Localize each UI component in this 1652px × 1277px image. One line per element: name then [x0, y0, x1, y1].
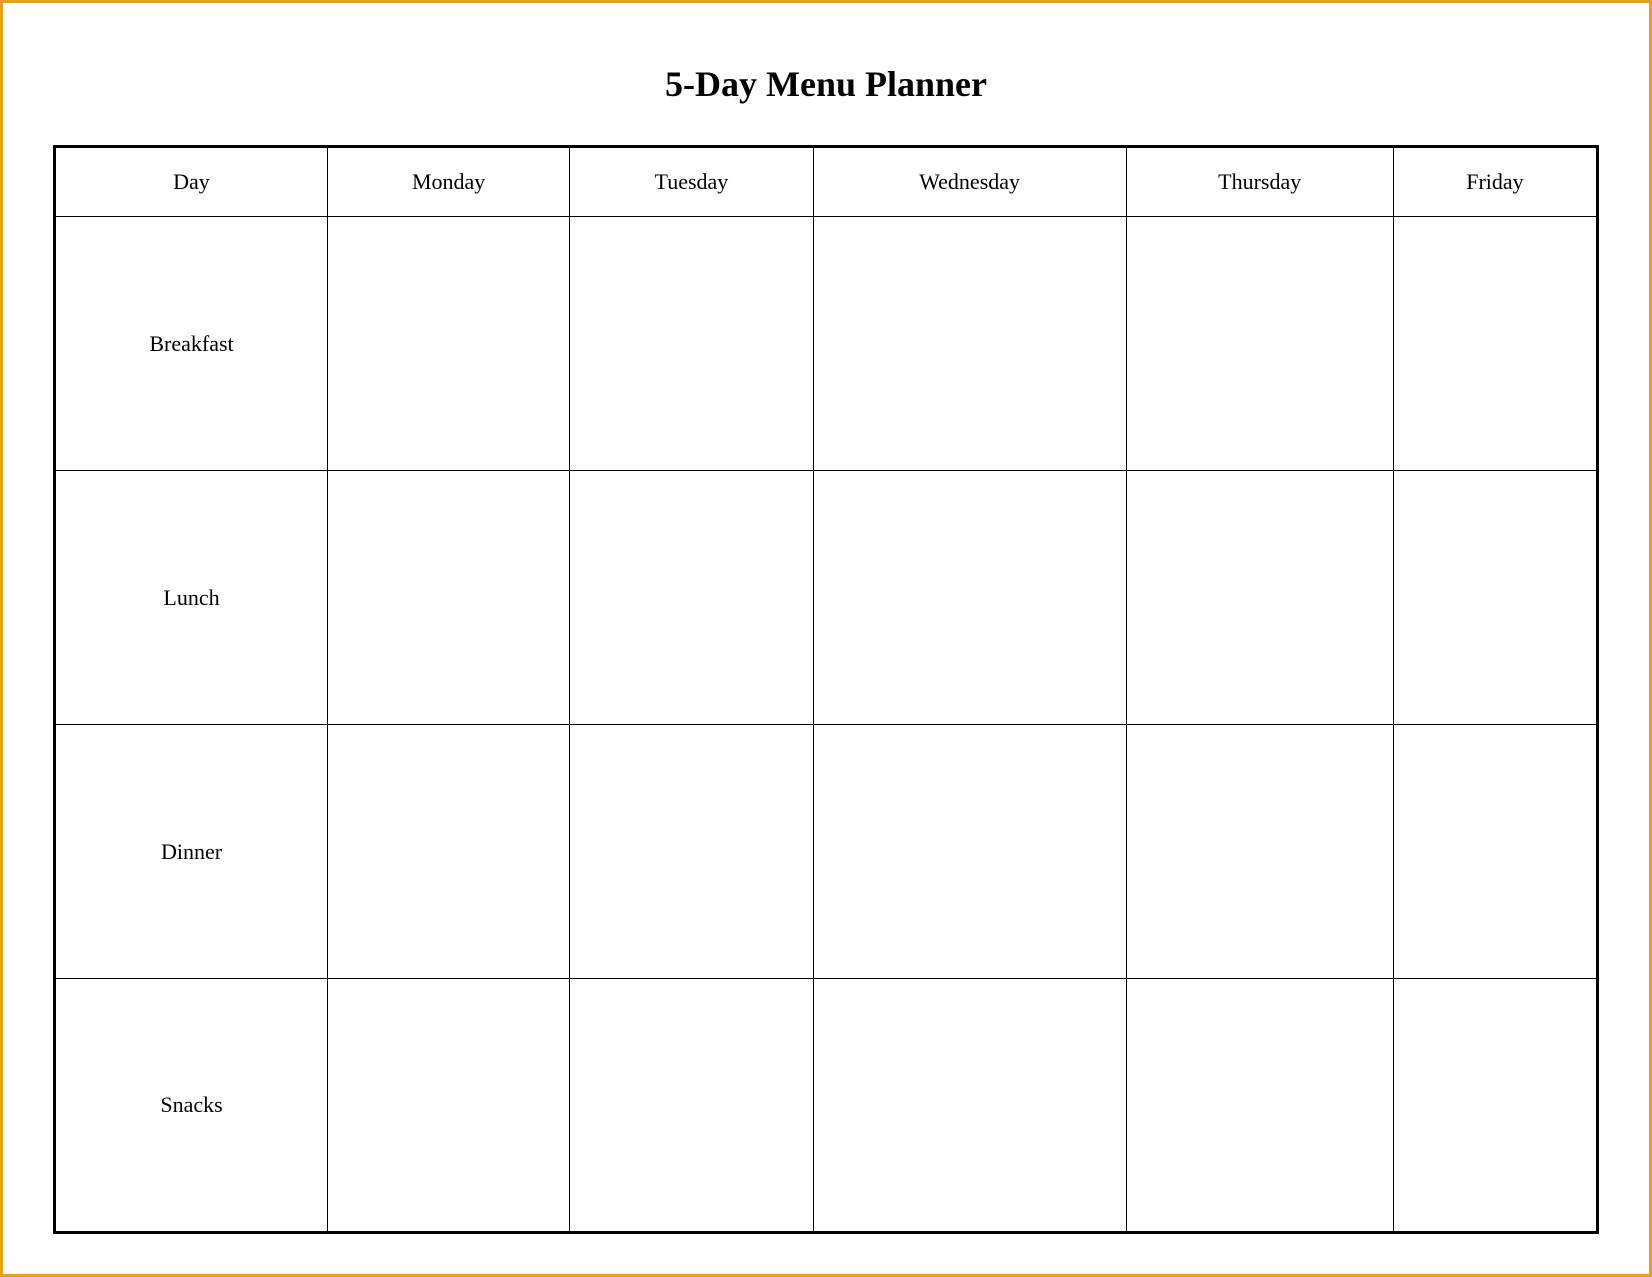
- cell-dinner-monday[interactable]: [327, 725, 569, 979]
- header-wednesday: Wednesday: [813, 147, 1126, 217]
- header-tuesday: Tuesday: [570, 147, 813, 217]
- row-breakfast: Breakfast: [55, 217, 1598, 471]
- cell-snacks-monday[interactable]: [327, 979, 569, 1233]
- cell-lunch-friday[interactable]: [1393, 471, 1597, 725]
- cell-breakfast-friday[interactable]: [1393, 217, 1597, 471]
- cell-dinner-wednesday[interactable]: [813, 725, 1126, 979]
- cell-breakfast-monday[interactable]: [327, 217, 569, 471]
- header-row: Day Monday Tuesday Wednesday Thursday Fr…: [55, 147, 1598, 217]
- cell-lunch-tuesday[interactable]: [570, 471, 813, 725]
- row-dinner: Dinner: [55, 725, 1598, 979]
- header-monday: Monday: [327, 147, 569, 217]
- cell-snacks-tuesday[interactable]: [570, 979, 813, 1233]
- cell-dinner-thursday[interactable]: [1126, 725, 1393, 979]
- header-thursday: Thursday: [1126, 147, 1393, 217]
- page-title: 5-Day Menu Planner: [665, 63, 987, 105]
- cell-lunch-wednesday[interactable]: [813, 471, 1126, 725]
- planner-table: Day Monday Tuesday Wednesday Thursday Fr…: [53, 145, 1599, 1234]
- cell-lunch-monday[interactable]: [327, 471, 569, 725]
- cell-snacks-thursday[interactable]: [1126, 979, 1393, 1233]
- cell-breakfast-wednesday[interactable]: [813, 217, 1126, 471]
- cell-lunch-thursday[interactable]: [1126, 471, 1393, 725]
- row-lunch: Lunch: [55, 471, 1598, 725]
- meal-dinner: Dinner: [55, 725, 328, 979]
- meal-snacks: Snacks: [55, 979, 328, 1233]
- row-snacks: Snacks: [55, 979, 1598, 1233]
- header-day: Day: [55, 147, 328, 217]
- cell-breakfast-tuesday[interactable]: [570, 217, 813, 471]
- cell-snacks-friday[interactable]: [1393, 979, 1597, 1233]
- meal-lunch: Lunch: [55, 471, 328, 725]
- cell-breakfast-thursday[interactable]: [1126, 217, 1393, 471]
- cell-dinner-tuesday[interactable]: [570, 725, 813, 979]
- header-friday: Friday: [1393, 147, 1597, 217]
- cell-dinner-friday[interactable]: [1393, 725, 1597, 979]
- cell-snacks-wednesday[interactable]: [813, 979, 1126, 1233]
- meal-breakfast: Breakfast: [55, 217, 328, 471]
